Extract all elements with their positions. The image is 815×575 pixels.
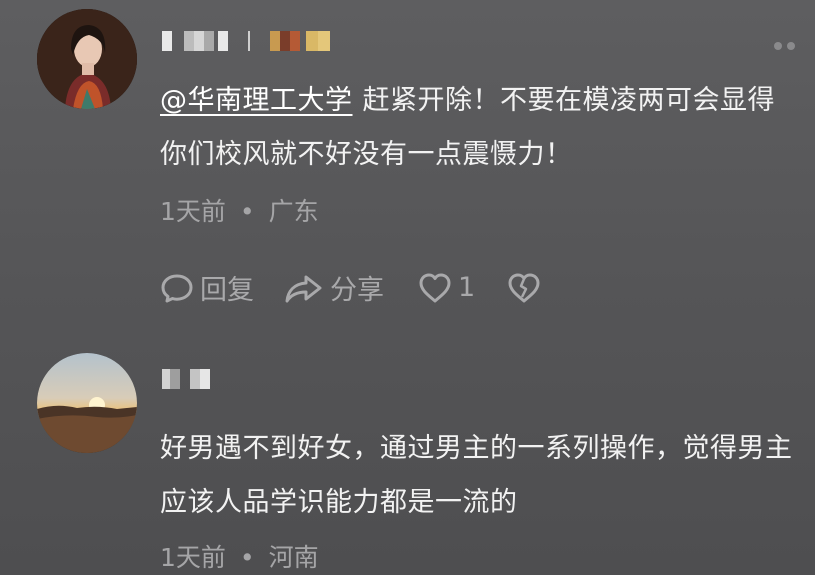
comment-meta: 1天前 • 广东 [160,192,319,228]
comment-body: 好男遇不到好女，通过男主的一系列操作，觉得男主应该人品学识能力都是一流的 [160,433,793,518]
username[interactable] [162,368,210,390]
more-icon[interactable] [774,42,795,50]
separator: • [239,197,255,226]
username[interactable] [162,30,330,52]
share-button[interactable]: 分享 [284,268,384,307]
dislike-button[interactable] [507,272,541,304]
comment-item: @华南理工大学 赶紧开除！不要在模凌两可会显得你们校风就不好没有一点震慑力！ 1天… [0,0,815,340]
comment-text: @华南理工大学 赶紧开除！不要在模凌两可会显得你们校风就不好没有一点震慑力！ [160,74,800,182]
dislike-icon [507,272,541,304]
reply-icon [160,271,194,305]
location: 河南 [268,543,319,572]
mention-link[interactable]: @华南理工大学 [160,85,353,116]
comment-meta: 1天前 • 河南 [160,538,319,574]
like-icon [418,272,452,304]
timestamp: 1天前 [160,197,226,226]
comment-text: 好男遇不到好女，通过男主的一系列操作，觉得男主应该人品学识能力都是一流的 [160,422,800,530]
reply-button[interactable]: 回复 [160,268,254,307]
separator: • [239,543,255,572]
comment-item: 好男遇不到好女，通过男主的一系列操作，觉得男主应该人品学识能力都是一流的 1天前… [0,340,815,575]
timestamp: 1天前 [160,543,226,572]
like-count: 1 [458,272,476,303]
like-button[interactable]: 1 [418,272,475,304]
avatar[interactable] [37,9,137,109]
share-icon [284,271,324,305]
reply-label: 回复 [200,275,254,306]
avatar[interactable] [37,353,137,453]
action-bar: 回复 分享 1 [160,268,541,307]
location: 广东 [268,197,319,226]
share-label: 分享 [330,275,384,306]
